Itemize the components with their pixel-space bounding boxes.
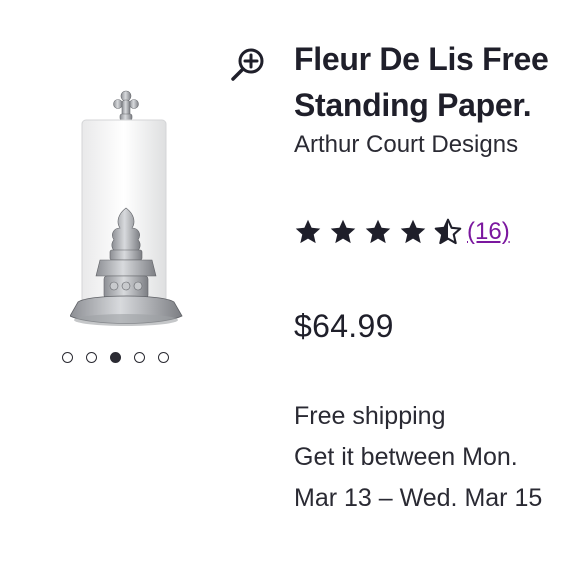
carousel-dots [62,352,169,363]
shipping-info: Free shipping Get it between Mon. Mar 13… [294,396,580,519]
product-title: Fleur De Lis Free Standing Paper. [294,36,580,128]
product-title-line2: Standing Paper. [294,87,532,123]
delivery-line2: Mar 13 – Wed. Mar 15 [294,484,543,512]
rating: (16) [294,218,510,246]
zoom-in-icon[interactable] [228,44,268,84]
carousel-dot-4[interactable] [134,352,145,363]
star-filled-icon [365,219,391,244]
carousel-dot-5[interactable] [158,352,169,363]
star-half-icon [434,218,462,245]
product-title-line1: Fleur De Lis Free [294,41,549,77]
product-page: Fleur De Lis Free Standing Paper. Arthur… [0,0,580,580]
star-filled-icon [295,219,321,244]
review-count-link[interactable]: (16) [467,218,510,246]
star-filled-icon [330,219,356,244]
brand-link[interactable]: Arthur Court Designs [294,128,580,162]
carousel-dot-1[interactable] [62,352,73,363]
product-details: Fleur De Lis Free Standing Paper. Arthur… [294,36,580,512]
carousel-dot-2[interactable] [86,352,97,363]
product-image[interactable] [70,90,200,340]
shipping-label: Free shipping [294,402,446,430]
star-filled-icon [400,219,426,244]
product-image-panel [30,70,230,326]
price: $64.99 [294,308,394,344]
carousel-dot-3-active[interactable] [110,352,121,363]
delivery-line1: Get it between Mon. [294,443,518,471]
